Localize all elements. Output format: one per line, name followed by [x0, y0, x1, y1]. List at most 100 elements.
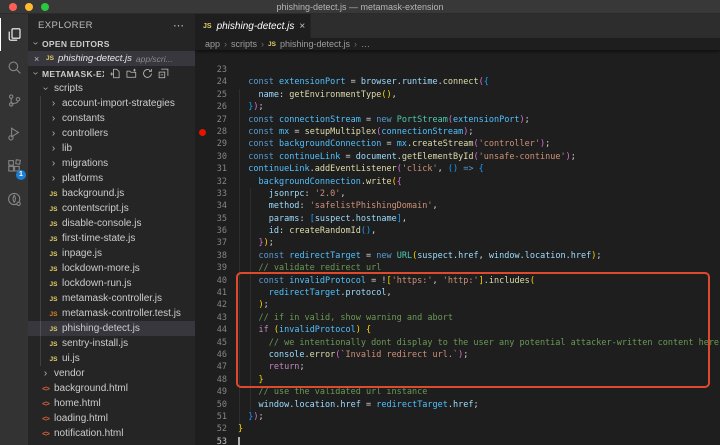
line-number[interactable]: 45: [195, 337, 227, 349]
activity-search[interactable]: [0, 51, 28, 84]
line-number[interactable]: 39: [195, 262, 227, 274]
tree-item-first-time-state-js[interactable]: JSfirst-time-state.js: [28, 231, 195, 246]
line-number[interactable]: 43: [195, 312, 227, 324]
code-line-46[interactable]: 46 console.error(`Invalid redirect url.`…: [195, 349, 720, 361]
tree-item-migrations[interactable]: ›migrations: [28, 156, 195, 171]
line-number[interactable]: 53: [195, 436, 227, 445]
line-number[interactable]: 40: [195, 275, 227, 287]
tree-item-constants[interactable]: ›constants: [28, 111, 195, 126]
new-folder-icon[interactable]: [126, 68, 137, 79]
code-line-48[interactable]: 48 }: [195, 374, 720, 386]
line-number[interactable]: 33: [195, 188, 227, 200]
activity-run-debug[interactable]: [0, 117, 28, 150]
tree-item-sentry-install-js[interactable]: JSsentry-install.js: [28, 336, 195, 351]
code-line-27[interactable]: 27 const connectionStream = new PortStre…: [195, 114, 720, 126]
code-line-39[interactable]: 39 // validate redirect url: [195, 262, 720, 274]
activity-extensions[interactable]: 1: [0, 150, 28, 183]
line-number[interactable]: 29: [195, 138, 227, 150]
new-file-icon[interactable]: [110, 68, 121, 79]
code-line-45[interactable]: 45 // we intentionally dont display to t…: [195, 337, 720, 349]
close-icon[interactable]: ×: [299, 21, 305, 32]
code-line-42[interactable]: 42 );: [195, 299, 720, 311]
line-number[interactable]: 46: [195, 349, 227, 361]
code-line-31[interactable]: 31 continueLink.addEventListener('click'…: [195, 163, 720, 175]
line-number[interactable]: 36: [195, 225, 227, 237]
code-line-43[interactable]: 43 // if in valid, show warning and abor…: [195, 312, 720, 324]
open-editor-item[interactable]: × JS phishing-detect.js app/scri...: [28, 51, 195, 66]
line-number[interactable]: 51: [195, 411, 227, 423]
line-number[interactable]: 26: [195, 101, 227, 113]
line-number[interactable]: 35: [195, 213, 227, 225]
line-number[interactable]: 24: [195, 76, 227, 88]
code-line-35[interactable]: 35 params: [suspect.hostname],: [195, 213, 720, 225]
breadcrumb-item[interactable]: …: [361, 39, 370, 49]
activity-extension-app[interactable]: [0, 183, 28, 216]
code-line-26[interactable]: 26 });: [195, 101, 720, 113]
code-line-32[interactable]: 32 backgroundConnection.write({: [195, 176, 720, 188]
tree-item-disable-console-js[interactable]: JSdisable-console.js: [28, 216, 195, 231]
code-line-40[interactable]: 40 const invalidProtocol = !['https:', '…: [195, 275, 720, 287]
breadcrumb-item[interactable]: app: [205, 39, 220, 49]
tree-item-lib[interactable]: ›lib: [28, 141, 195, 156]
code-line-25[interactable]: 25 name: getEnvironmentType(),: [195, 89, 720, 101]
line-number[interactable]: 32: [195, 176, 227, 188]
close-window-button[interactable]: [9, 3, 17, 11]
code-line-30[interactable]: 30 const continueLink = document.getElem…: [195, 151, 720, 163]
code-line-28[interactable]: 28 const mx = setupMultiplex(connectionS…: [195, 126, 720, 138]
tree-item-vendor[interactable]: ›vendor: [28, 366, 195, 381]
code-line-51[interactable]: 51 });: [195, 411, 720, 423]
code-area[interactable]: 2324 const extensionPort = browser.runti…: [195, 64, 720, 445]
code-line-33[interactable]: 33 jsonrpc: '2.0',: [195, 188, 720, 200]
tree-item-scripts[interactable]: ›scripts: [28, 81, 195, 96]
code-line-23[interactable]: 23: [195, 64, 720, 76]
tree-item-background-html[interactable]: <>background.html: [28, 381, 195, 396]
tree-item-home-html[interactable]: <>home.html: [28, 396, 195, 411]
line-number[interactable]: 23: [195, 64, 227, 76]
tree-item-ui-js[interactable]: JSui.js: [28, 351, 195, 366]
code-line-36[interactable]: 36 id: createRandomId(),: [195, 225, 720, 237]
line-number[interactable]: 49: [195, 386, 227, 398]
tree-item-metamask-controller-test-js[interactable]: JSmetamask-controller.test.js: [28, 306, 195, 321]
code-line-38[interactable]: 38 const redirectTarget = new URL(suspec…: [195, 250, 720, 262]
code-line-29[interactable]: 29 const backgroundConnection = mx.creat…: [195, 138, 720, 150]
tree-item-platforms[interactable]: ›platforms: [28, 171, 195, 186]
close-icon[interactable]: ×: [34, 54, 42, 64]
more-actions-icon[interactable]: ⋯: [173, 19, 185, 32]
line-number[interactable]: 30: [195, 151, 227, 163]
line-number[interactable]: 48: [195, 374, 227, 386]
tree-item-phishing-detect-js[interactable]: JSphishing-detect.js: [28, 321, 195, 336]
tree-item-background-js[interactable]: JSbackground.js: [28, 186, 195, 201]
activity-source-control[interactable]: [0, 84, 28, 117]
code-line-53[interactable]: 53: [195, 436, 720, 445]
code-line-50[interactable]: 50 window.location.href = redirectTarget…: [195, 399, 720, 411]
tree-item-notification-html[interactable]: <>notification.html: [28, 426, 195, 441]
tree-item-account-import-strategies[interactable]: ›account-import-strategies: [28, 96, 195, 111]
code-line-41[interactable]: 41 redirectTarget.protocol,: [195, 287, 720, 299]
code-line-49[interactable]: 49 // use the validated url instance: [195, 386, 720, 398]
line-number[interactable]: 31: [195, 163, 227, 175]
breadcrumb-item[interactable]: scripts: [231, 39, 257, 49]
code-line-34[interactable]: 34 method: 'safelistPhishingDomain',: [195, 200, 720, 212]
code-line-44[interactable]: 44 if (invalidProtocol) {: [195, 324, 720, 336]
tree-item-lockdown-more-js[interactable]: JSlockdown-more.js: [28, 261, 195, 276]
tab-phishing-detect[interactable]: JS phishing-detect.js ×: [195, 14, 311, 38]
breadcrumb-item[interactable]: phishing-detect.js: [280, 39, 350, 49]
line-number[interactable]: 50: [195, 399, 227, 411]
minimize-window-button[interactable]: [25, 3, 33, 11]
refresh-icon[interactable]: [142, 68, 153, 79]
line-number[interactable]: 47: [195, 361, 227, 373]
code-line-24[interactable]: 24 const extensionPort = browser.runtime…: [195, 76, 720, 88]
project-section[interactable]: › METAMASK-EXTENS...: [28, 66, 195, 81]
tree-item-loading-html[interactable]: <>loading.html: [28, 411, 195, 426]
breakpoint-icon[interactable]: [199, 129, 206, 136]
open-editors-section[interactable]: › OPEN EDITORS: [28, 36, 195, 51]
line-number[interactable]: 41: [195, 287, 227, 299]
code-line-37[interactable]: 37 });: [195, 237, 720, 249]
line-number[interactable]: 44: [195, 324, 227, 336]
tree-item-contentscript-js[interactable]: JScontentscript.js: [28, 201, 195, 216]
zoom-window-button[interactable]: [41, 3, 49, 11]
line-number[interactable]: 27: [195, 114, 227, 126]
tree-item-lockdown-run-js[interactable]: JSlockdown-run.js: [28, 276, 195, 291]
tree-item-metamask-controller-js[interactable]: JSmetamask-controller.js: [28, 291, 195, 306]
line-number[interactable]: 37: [195, 237, 227, 249]
